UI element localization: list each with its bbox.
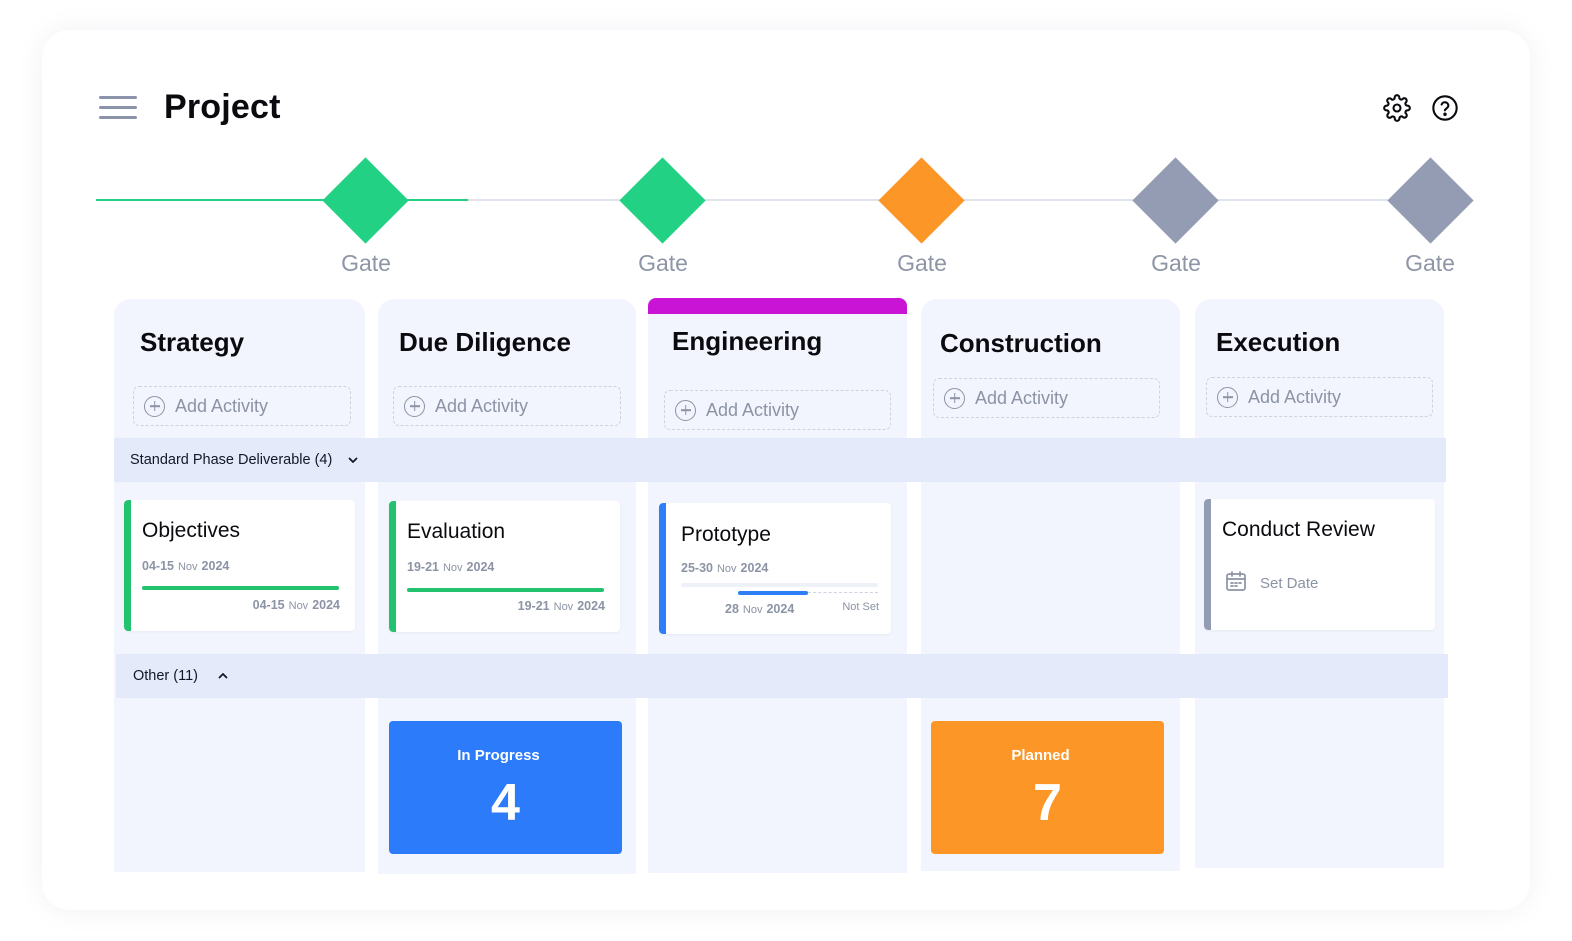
plus-circle-icon — [1217, 386, 1238, 408]
card-status-stripe — [124, 500, 131, 631]
progress-fill — [407, 588, 604, 592]
tile-label: In Progress — [457, 747, 540, 764]
tile-label: Planned — [1011, 747, 1070, 764]
current-date: 28 Nov 2024 — [725, 602, 795, 616]
group-toggle-other[interactable]: Other (11) — [116, 654, 1448, 698]
add-activity-button[interactable]: Add Activity — [1206, 377, 1433, 417]
active-phase-accent — [648, 298, 907, 314]
card-title: Conduct Review — [1222, 518, 1375, 541]
gate-3-label: Gate — [897, 250, 947, 276]
card-title: Objectives — [142, 519, 241, 542]
phase-title: Due Diligence — [399, 327, 571, 357]
add-activity-button[interactable]: Add Activity — [133, 386, 351, 426]
calendar-icon[interactable] — [1224, 569, 1248, 593]
plus-circle-icon — [144, 395, 165, 417]
card-title: Evaluation — [407, 520, 506, 543]
chevron-up-icon — [218, 673, 228, 679]
progress-track — [142, 586, 339, 590]
gate-2-label: Gate — [638, 250, 688, 276]
chevron-down-icon — [348, 457, 358, 463]
progress-track — [407, 588, 604, 592]
phase-title: Engineering — [672, 326, 823, 356]
plus-circle-icon — [675, 399, 696, 421]
planned-date: 25-30 Nov 2024 — [681, 561, 769, 575]
end-date-not-set: Not Set — [842, 601, 879, 613]
planned-date: 19-21 Nov 2024 — [407, 560, 495, 574]
progress-track — [738, 591, 878, 595]
gate-1-label: Gate — [341, 250, 391, 276]
deliverable-card-conduct-review[interactable]: Conduct Review Set Date — [1204, 499, 1435, 630]
progress-track — [681, 583, 878, 587]
planned-date: 04-15 Nov 2024 — [142, 559, 230, 573]
add-activity-button[interactable]: Add Activity — [664, 390, 891, 430]
tile-count: 4 — [491, 774, 520, 832]
add-activity-button[interactable]: Add Activity — [933, 378, 1160, 418]
plus-circle-icon — [404, 395, 425, 417]
planned-tile[interactable]: Planned 7 — [931, 721, 1164, 854]
plus-circle-icon — [944, 387, 965, 409]
set-date-link[interactable]: Set Date — [1260, 575, 1318, 592]
phase-title: Execution — [1216, 327, 1341, 357]
actual-date: 04-15 Nov 2024 — [252, 598, 340, 612]
progress-remaining-dashed — [808, 592, 878, 593]
progress-fill — [142, 586, 339, 590]
add-activity-label: Add Activity — [1248, 386, 1342, 407]
card-status-stripe — [659, 503, 666, 634]
group-toggle-standard-deliverables[interactable]: Standard Phase Deliverable (4) — [114, 438, 1446, 482]
group-label: Standard Phase Deliverable (4) — [130, 452, 333, 468]
tile-count: 7 — [1033, 774, 1062, 832]
card-status-stripe — [1204, 499, 1211, 630]
deliverable-card-prototype[interactable]: Prototype 25-30 Nov 2024 28 Nov 2024 Not Set — [659, 503, 891, 634]
deliverable-card-objectives[interactable]: Objectives 04-15 Nov 2024 04-15 Nov 2024 — [124, 500, 355, 631]
phase-title: Strategy — [140, 327, 245, 357]
actual-date: 19-21 Nov 2024 — [517, 599, 605, 613]
add-activity-label: Add Activity — [706, 399, 800, 420]
hamburger-menu-icon[interactable] — [99, 96, 137, 120]
add-activity-label: Add Activity — [975, 387, 1069, 408]
progress-fill — [738, 591, 808, 595]
in-progress-tile[interactable]: In Progress 4 — [389, 721, 622, 854]
gate-5-label: Gate — [1405, 250, 1455, 276]
add-activity-button[interactable]: Add Activity — [393, 386, 621, 426]
page-title: Project — [164, 88, 281, 126]
help-circle-icon[interactable] — [1431, 94, 1459, 122]
phase-title: Construction — [940, 328, 1102, 358]
add-activity-label: Add Activity — [435, 395, 529, 416]
add-activity-label: Add Activity — [175, 395, 269, 416]
gear-icon[interactable] — [1383, 94, 1411, 122]
card-title: Prototype — [681, 523, 771, 546]
deliverable-card-evaluation[interactable]: Evaluation 19-21 Nov 2024 19-21 Nov 2024 — [389, 501, 620, 632]
group-label: Other (11) — [133, 668, 199, 684]
card-status-stripe — [389, 501, 396, 632]
gate-4-label: Gate — [1151, 250, 1201, 276]
timeline-progress — [96, 199, 468, 201]
